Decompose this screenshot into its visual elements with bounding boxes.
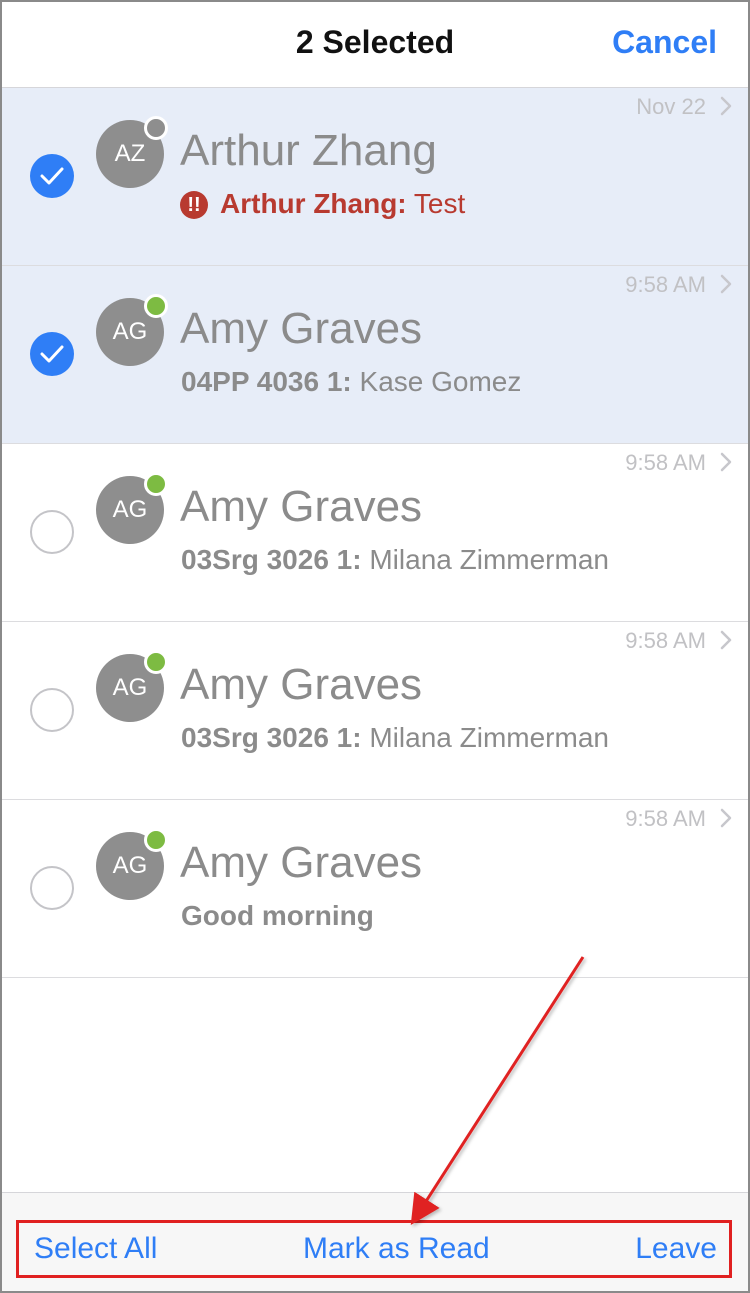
exclamation-icon: !! (180, 191, 208, 219)
message-sender: 04PP 4036 1: (181, 366, 352, 397)
contact-name: Amy Graves (180, 304, 423, 353)
conversation-row[interactable]: AG Amy Graves 04PP 4036 1: Kase Gomez 9:… (0, 266, 750, 444)
contact-name: Amy Graves (180, 660, 423, 709)
message-sender: 03Srg 3026 1: (181, 544, 362, 575)
contact-name: Amy Graves (180, 838, 423, 887)
contact-name: Amy Graves (180, 482, 423, 531)
checkmark-icon (40, 345, 64, 363)
selection-checkbox[interactable] (30, 510, 74, 554)
chevron-right-icon (720, 452, 732, 472)
navigation-bar: 2 Selected Cancel (0, 0, 750, 88)
message-sender: Good morning (181, 900, 374, 931)
mark-as-read-button[interactable]: Mark as Read (303, 1232, 490, 1266)
checkmark-icon (40, 167, 64, 185)
message-sender: 03Srg 3026 1: (181, 722, 362, 753)
message-text: Milana Zimmerman (361, 722, 609, 753)
message-text: Milana Zimmerman (361, 544, 609, 575)
presence-indicator (144, 472, 168, 496)
message-preview: Arthur Zhang: Test (220, 188, 465, 220)
presence-indicator (144, 828, 168, 852)
conversation-row[interactable]: AG Amy Graves 03Srg 3026 1: Milana Zimme… (0, 444, 750, 622)
conversation-row[interactable]: AZ Arthur Zhang Arthur Zhang: Test Nov 2… (0, 88, 750, 266)
selection-checkbox[interactable] (30, 332, 74, 376)
message-preview: 04PP 4036 1: Kase Gomez (181, 366, 521, 398)
selection-checkbox[interactable] (30, 154, 74, 198)
message-text: Test (406, 188, 466, 219)
timestamp: 9:58 AM (625, 272, 706, 297)
select-all-button[interactable]: Select All (34, 1232, 157, 1266)
chevron-right-icon (720, 274, 732, 294)
chevron-right-icon (720, 630, 732, 650)
chevron-right-icon (720, 808, 732, 828)
message-text: Kase Gomez (351, 366, 522, 397)
leave-button[interactable]: Leave (635, 1232, 717, 1266)
message-preview: 03Srg 3026 1: Milana Zimmerman (181, 722, 609, 754)
timestamp: 9:58 AM (625, 628, 706, 653)
message-preview: Good morning (181, 900, 374, 932)
cancel-button[interactable]: Cancel (612, 24, 717, 61)
selection-checkbox[interactable] (30, 866, 74, 910)
timestamp: 9:58 AM (625, 806, 706, 831)
contact-name: Arthur Zhang (180, 126, 437, 175)
chevron-right-icon (720, 96, 732, 116)
presence-indicator (144, 650, 168, 674)
message-preview: 03Srg 3026 1: Milana Zimmerman (181, 544, 609, 576)
timestamp: Nov 22 (636, 94, 706, 119)
timestamp: 9:58 AM (625, 450, 706, 475)
presence-indicator (144, 294, 168, 318)
conversation-row[interactable]: AG Amy Graves 03Srg 3026 1: Milana Zimme… (0, 622, 750, 800)
message-sender: Arthur Zhang: (220, 188, 407, 219)
presence-indicator (144, 116, 168, 140)
selection-checkbox[interactable] (30, 688, 74, 732)
conversation-list: AZ Arthur Zhang Arthur Zhang: Test Nov 2… (0, 88, 750, 978)
conversation-row[interactable]: AG Amy Graves Good morning 9:58 AM (0, 800, 750, 978)
